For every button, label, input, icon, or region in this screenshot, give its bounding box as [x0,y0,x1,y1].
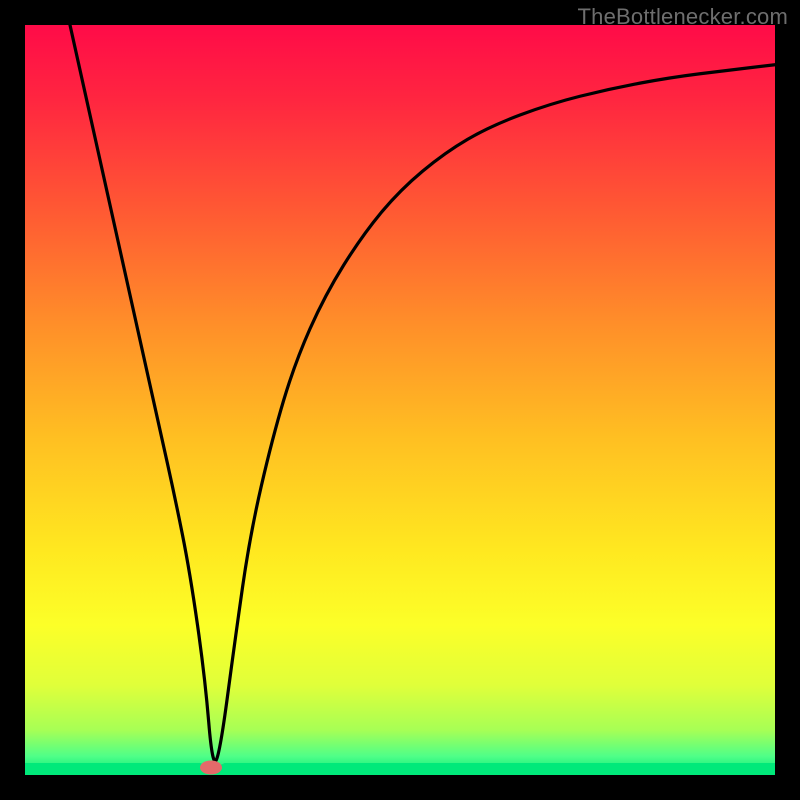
chart-frame [25,25,775,775]
gradient-background [25,25,775,775]
green-baseline-strip [25,763,775,775]
optimum-marker [200,761,222,775]
bottleneck-chart [25,25,775,775]
